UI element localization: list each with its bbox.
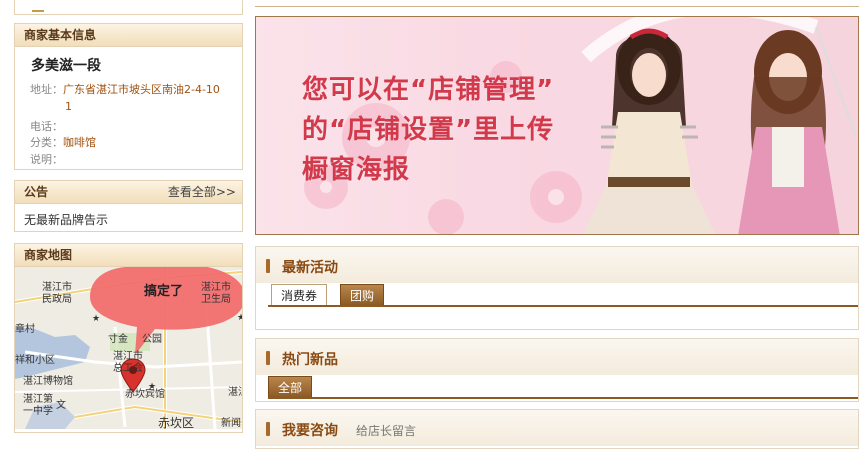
desc-row: 说明： [30,151,63,168]
hot-products-section: 热门新品 全部 [255,338,859,402]
banner-line-1: 您可以在“店铺管理” [302,75,555,105]
top-box-stub [14,0,243,15]
map-label: 湛江市 [201,282,231,293]
phone-row: 电话： [30,118,63,135]
address-value-cont: 1 [65,100,72,113]
consult-section: 我要咨询 给店长留言 [255,409,859,449]
shop-map[interactable]: ★ ★ ★ 搞定了 湛江市 民政局 湛江市 卫生局 章村 寸金 公园 湛江市 总… [15,267,242,429]
shop-info-header: 商家基本信息 [15,24,242,47]
tab-group-buy[interactable]: 团购 [340,284,385,306]
map-label: 赤坎区 [158,416,195,429]
map-box: 商家地图 ★ ★ ★ 搞定了 湛江市 民政局 湛江市 卫生局 章村 寸金 公园 … [14,243,243,433]
svg-text:★: ★ [237,313,242,323]
shop-name: 多美滋一段 [31,58,101,74]
map-label: 新闻 [221,418,241,429]
map-label: 民政局 [42,294,72,305]
map-label: 祥和小区 [15,355,55,366]
map-label: 湛江第 [23,394,53,405]
map-label: 章村 [15,324,35,335]
category-label: 分类： [30,136,63,149]
shop-info-box: 商家基本信息 多美滋一段 地址：广东省湛江市坡头区南油2-4-10 1 电话： … [14,23,243,170]
map-label: 湛江博物馆 [23,376,73,387]
address-label: 地址： [30,83,63,96]
category-row: 分类：咖啡馆 [30,134,96,151]
banner-line-2: 的“店铺设置”里上传 [302,115,555,145]
address-row-cont: 1 [65,98,72,115]
hot-products-title: 热门新品 [282,352,338,368]
map-label: 湛江市 [113,351,143,362]
phone-label: 电话： [30,120,63,133]
right-top-strip [255,0,859,7]
consult-subtitle: 给店长留言 [356,424,417,438]
hot-products-header [256,339,858,375]
notice-header: 公告 查看全部>> [15,181,242,204]
desc-label: 说明： [30,153,63,166]
map-bubble-text: 搞定了 [144,284,184,299]
shop-banner: 您可以在“店铺管理” 的“店铺设置”里上传 橱窗海报 [255,16,859,235]
map-header: 商家地图 [15,244,242,267]
map-label: 赤坎宾馆 [125,389,165,400]
tab-coupon[interactable]: 消费券 [271,284,328,306]
consult-header [256,410,858,446]
left-sidebar: 商家基本信息 多美滋一段 地址：广东省湛江市坡头区南油2-4-10 1 电话： … [0,0,255,433]
map-label: 卫生局 [201,294,231,305]
latest-activity-section: 最新活动 消费券 团购 [255,246,859,330]
section-marker [266,351,270,365]
category-value[interactable]: 咖啡馆 [63,136,96,149]
address-row: 地址：广东省湛江市坡头区南油2-4-10 [30,81,220,98]
tab-all[interactable]: 全部 [268,376,313,398]
latest-activity-header [256,247,858,283]
map-label: 寸金 [108,334,128,345]
address-value: 广东省湛江市坡头区南油2-4-10 [63,83,220,96]
notice-box: 公告 查看全部>> 无最新品牌告示 [14,180,243,232]
map-label: 文 [56,400,66,411]
map-label: 公园 [142,334,162,345]
tab-underline [268,397,858,399]
section-marker [266,422,270,436]
notice-text: 无最新品牌告示 [24,213,109,227]
notice-title: 公告 [24,185,49,199]
section-marker [266,259,270,273]
tab-underline [268,305,858,307]
view-all-link[interactable]: 查看全部>> [168,181,236,203]
latest-activity-title: 最新活动 [282,260,338,276]
map-label: 一中学 [23,406,53,417]
map-label: 湛江市 [228,387,242,398]
consult-title: 我要咨询 [282,423,338,439]
map-label: 湛江市 [42,282,72,293]
map-label: 总工会 [113,363,143,374]
svg-text:★: ★ [92,314,100,324]
stub-icon [32,2,44,12]
banner-line-3: 橱窗海报 [302,155,411,185]
